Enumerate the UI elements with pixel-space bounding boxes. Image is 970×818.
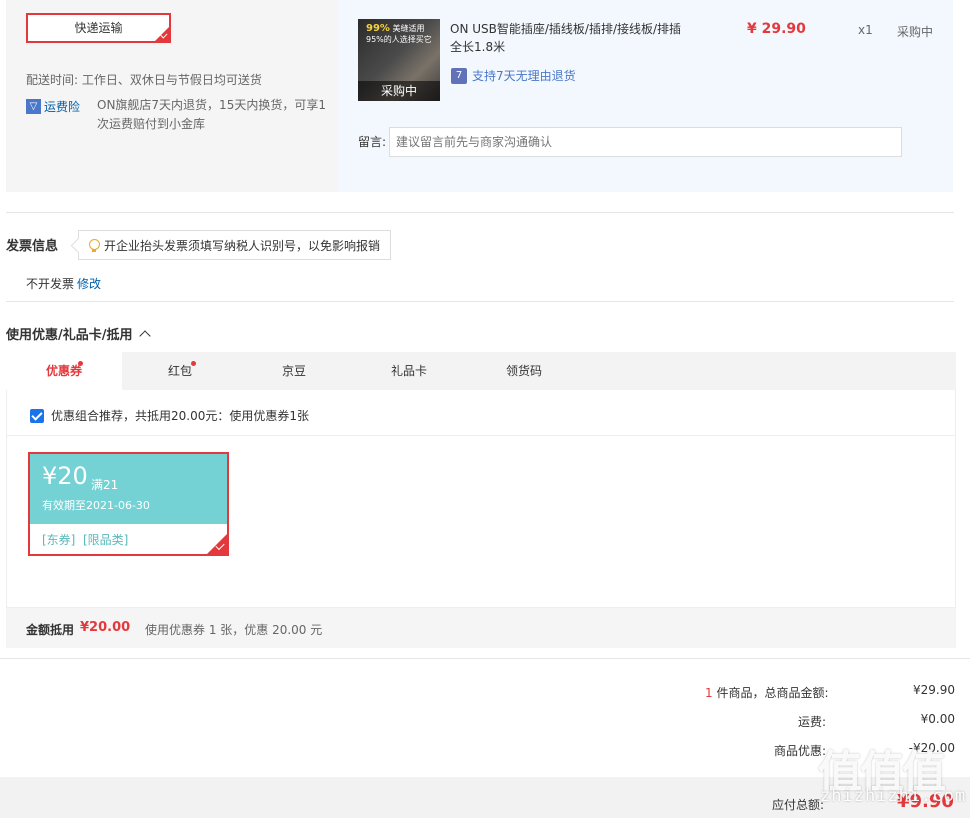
tab-jingdou[interactable]: 京豆 <box>236 352 352 390</box>
note-label: 留言: <box>358 135 387 149</box>
coupon-section-title: 使用优惠/礼品卡/抵用 <box>6 328 133 343</box>
summary-total: ¥29.90 <box>913 683 955 697</box>
coupon-card[interactable]: ¥20 满21 有效期至2021-06-30 [东券] [限品类] <box>28 452 229 556</box>
watermark-text: zhizhizhi.com <box>820 786 967 806</box>
selected-check-icon <box>207 534 227 554</box>
divider <box>0 658 970 659</box>
shield-icon: ▽ <box>26 99 41 114</box>
combo-text: 优惠组合推荐，共抵用20.00元：使用优惠券1张 <box>51 409 309 423</box>
coupon-condition: 满21 <box>91 478 119 492</box>
coupon-card-header: ¥20 满21 有效期至2021-06-30 <box>30 454 227 524</box>
tab-gift-card[interactable]: 礼品卡 <box>351 352 467 390</box>
selected-check-icon <box>155 27 169 41</box>
product-quantity: x1 <box>858 23 873 37</box>
delivery-time: 配送时间: 工作日、双休日与节假日均可送货 <box>26 73 262 87</box>
invoice-tip: 开企业抬头发票须填写纳税人识别号，以免影响报销 <box>78 230 392 260</box>
tab-red-packet[interactable]: 红包 <box>122 352 238 390</box>
seven-day-return-icon: 7 <box>451 67 467 84</box>
coupon-amount: ¥20 <box>42 462 88 490</box>
product-image-badge: 99% 美缝适用 95%的人选择买它 <box>366 23 432 44</box>
freight-insurance-desc: ON旗舰店7天内退货，15天内换货，可享1次运费赔付到小金库 <box>97 98 326 131</box>
shipping-method-express[interactable]: 快递运输 <box>26 13 171 43</box>
product-image[interactable]: 99% 美缝适用 95%的人选择买它 采购中 <box>358 19 440 101</box>
discount-amount: ¥20.00 <box>80 620 131 635</box>
invoice-title: 发票信息 <box>6 239 59 254</box>
summary-item-count: 1 件商品，总商品金额: <box>705 686 829 700</box>
coupon-validity: 有效期至2021-06-30 <box>42 499 150 512</box>
combo-recommend[interactable]: 优惠组合推荐，共抵用20.00元：使用优惠券1张 <box>30 407 309 424</box>
coupon-section-toggle[interactable]: 使用优惠/礼品卡/抵用 <box>6 324 151 343</box>
summary-freight: ¥0.00 <box>920 712 955 726</box>
divider <box>6 301 954 302</box>
summary-freight-label: 运费: <box>798 715 827 729</box>
discount-desc: 使用优惠券 1 张，优惠 20.00 元 <box>145 623 323 637</box>
new-dot-icon <box>191 361 196 366</box>
discount-label: 金额抵用 <box>26 623 75 637</box>
invoice-value: 不开发票 <box>26 277 75 291</box>
invoice-tip-text: 开企业抬头发票须填写纳税人识别号，以免影响报销 <box>104 238 381 253</box>
coupon-tags: [东券] [限品类] <box>42 533 129 547</box>
product-status: 采购中 <box>897 25 934 39</box>
note-input[interactable] <box>389 127 902 157</box>
lightbulb-icon <box>89 238 100 252</box>
product-image-status: 采购中 <box>358 81 440 101</box>
shipping-method-label: 快递运输 <box>74 21 123 35</box>
chevron-up-icon <box>138 330 151 342</box>
return-policy: 7 支持7天无理由退货 <box>451 67 576 84</box>
product-price: ¥ 29.90 <box>747 21 806 37</box>
combo-checkbox[interactable] <box>30 408 44 423</box>
divider <box>6 435 956 436</box>
tab-redeem-code[interactable]: 领货码 <box>466 352 582 390</box>
freight-insurance[interactable]: ▽ 运费险 <box>26 98 80 115</box>
tab-coupons[interactable]: 优惠券 <box>6 352 122 390</box>
watermark: 值值值 zhizhizhi.com <box>818 736 966 816</box>
return-policy-text: 支持7天无理由退货 <box>472 69 576 83</box>
divider <box>6 212 954 213</box>
coupon-tabs: 优惠券 红包 京豆 礼品卡 领货码 <box>6 352 956 390</box>
new-dot-icon <box>78 361 83 366</box>
freight-insurance-link[interactable]: 运费险 <box>44 98 80 115</box>
product-name[interactable]: ON USB智能插座/插线板/插排/接线板/排插全长1.8米 <box>450 20 690 56</box>
payable-label: 应付总额: <box>772 798 825 812</box>
invoice-edit-link[interactable]: 修改 <box>77 275 101 292</box>
